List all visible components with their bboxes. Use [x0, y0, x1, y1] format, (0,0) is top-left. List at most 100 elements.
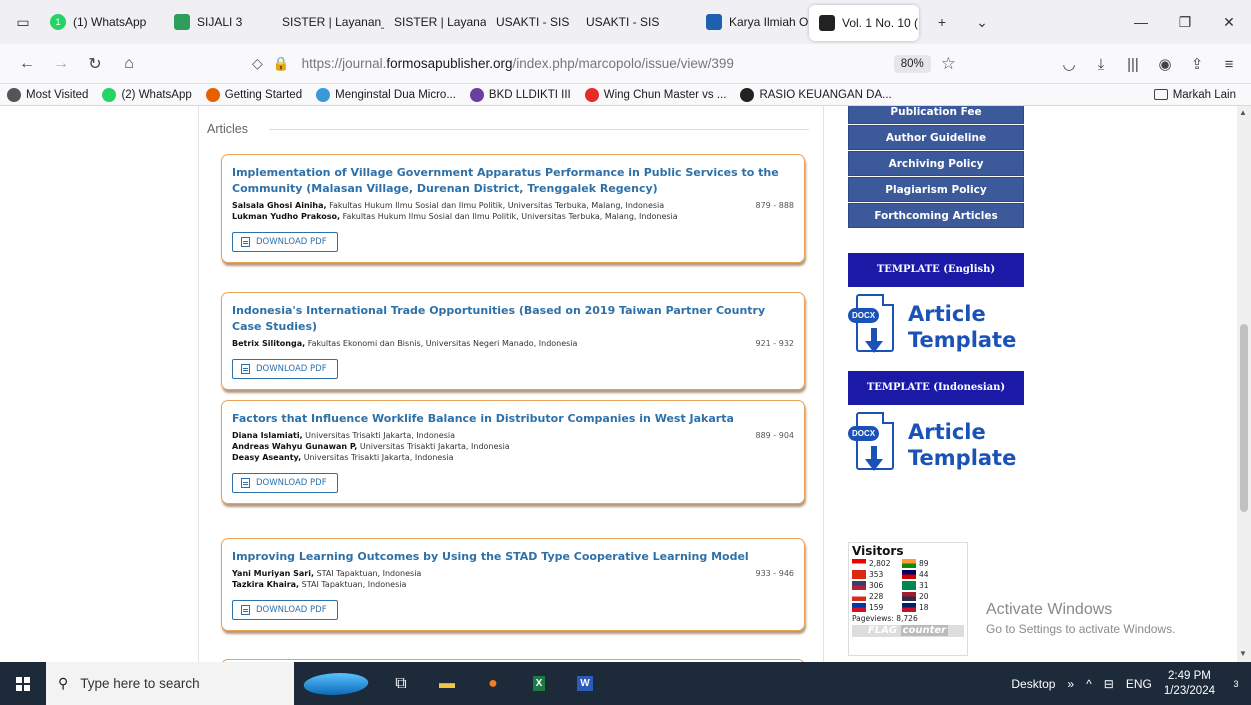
tray-overflow-icon[interactable]: »	[1061, 677, 1080, 691]
sidebar-link-4[interactable]: Plagiarism Policy	[848, 177, 1024, 202]
download-pdf-button[interactable]: DOWNLOAD PDF	[232, 232, 338, 252]
clock[interactable]: 2:49 PM 1/23/2024	[1158, 669, 1221, 699]
search-highlight-icon[interactable]	[299, 672, 373, 695]
word-icon[interactable]: W	[562, 662, 608, 705]
flag-counter-widget[interactable]: Visitors 2,802 353 306 228 159 89 44 31 20 18 Pa…	[848, 542, 968, 656]
visitors-grid: 2,802 353 306 228 159 89 44 31 20 18	[852, 558, 964, 613]
tab-7[interactable]: Karya Ilmiah Onli	[696, 4, 809, 40]
reload-button[interactable]: ↻	[80, 49, 110, 79]
library-icon[interactable]: |||	[1117, 48, 1149, 80]
visitor-count: 44	[919, 570, 929, 579]
lock-icon[interactable]: 🔒	[273, 56, 290, 72]
sidebar-link-2[interactable]: Author Guideline	[848, 125, 1024, 150]
author-name: Tazkira Khaira,	[232, 580, 300, 589]
page-scrollbar[interactable]: ▲ ▼	[1237, 106, 1251, 662]
bkd-icon	[469, 87, 484, 102]
download-label: DOWNLOAD PDF	[256, 478, 327, 488]
bookmark-label: BKD LLDIKTI III	[488, 88, 571, 101]
tab-8[interactable]: Vol. 1 No. 10 (✕	[809, 5, 919, 41]
scroll-down-icon[interactable]: ▼	[1239, 649, 1247, 658]
visitor-row: 306	[852, 580, 902, 591]
tab-5[interactable]: USAKTI - SIS	[486, 4, 576, 40]
template-english-button[interactable]: TEMPLATE (English)	[848, 253, 1024, 287]
pocket-icon[interactable]: ◡	[1053, 48, 1085, 80]
bookmark-6[interactable]: Wing Chun Master vs ...	[578, 87, 734, 102]
visitor-row: 159	[852, 602, 902, 613]
bookmark-label: Most Visited	[26, 88, 89, 101]
author-affiliation: STAI Tapaktuan, Indonesia	[301, 580, 407, 589]
notification-icon[interactable]: 3	[1221, 669, 1251, 699]
tab-overflow-chevron-icon[interactable]: ⌄	[965, 5, 999, 39]
article-template-english[interactable]: DOCX Article Template	[848, 287, 1024, 367]
url-path: /index.php/marcopolo/issue/view/399	[512, 56, 734, 71]
scroll-up-icon[interactable]: ▲	[1239, 108, 1247, 117]
bookmark-7[interactable]: RASIO KEUANGAN DA...	[733, 87, 898, 102]
bookmark-1[interactable]: Most Visited	[0, 87, 95, 102]
bookmark-4[interactable]: Menginstal Dua Micro...	[309, 87, 463, 102]
new-tab-button[interactable]: +	[925, 5, 959, 39]
template-line1: Article	[908, 420, 986, 444]
tab-2[interactable]: SIJALI 3	[164, 4, 272, 40]
tab-list-icon[interactable]: ▭	[6, 5, 40, 39]
home-button[interactable]: ⌂	[114, 49, 144, 79]
task-view-icon[interactable]: ⧉	[378, 662, 424, 705]
taskbar-search[interactable]: ⚲ Type here to search	[46, 662, 294, 705]
youtube-icon	[584, 87, 599, 102]
downloads-icon[interactable]: ⤓	[1085, 48, 1117, 80]
tab-label: (1) WhatsApp	[73, 15, 147, 29]
bookmark-2[interactable]: (2) WhatsApp	[95, 87, 198, 102]
sidebar-link-5[interactable]: Forthcoming Articles	[848, 203, 1024, 228]
article-pages: 921 - 932	[755, 339, 794, 348]
back-button[interactable]: ←	[12, 49, 42, 79]
article-title-link[interactable]: Indonesia's International Trade Opportun…	[232, 303, 794, 335]
restore-button[interactable]: ❐	[1163, 0, 1207, 44]
menu-icon[interactable]: ≡	[1213, 48, 1245, 80]
article-title-link[interactable]: Improving Learning Outcomes by Using the…	[232, 549, 794, 565]
tab-3[interactable]: SISTER | Layanan_bkd	[272, 4, 384, 40]
toolbar-right: ◡ ⤓ ||| ◉ ⇪ ≡	[1053, 44, 1251, 84]
article-title-link[interactable]: Implementation of Village Government App…	[232, 165, 794, 197]
excel-icon[interactable]: X	[516, 662, 562, 705]
zoom-level-badge[interactable]: 80%	[893, 54, 931, 73]
author-row: Tazkira Khaira, STAI Tapaktuan, Indonesi…	[232, 579, 794, 590]
network-icon[interactable]: ⊟	[1098, 677, 1120, 691]
bookmark-5[interactable]: BKD LLDIKTI III	[463, 87, 578, 102]
bookmark-3[interactable]: Getting Started	[199, 87, 309, 102]
desktop-toolbar[interactable]: Desktop	[1005, 677, 1061, 691]
template-indonesian-button[interactable]: TEMPLATE (Indonesian)	[848, 371, 1024, 405]
sidebar-link-1[interactable]: Publication Fee	[848, 106, 1024, 124]
tab-label: SIJALI 3	[197, 15, 243, 29]
pdf-file-icon	[241, 364, 250, 374]
url-domain: formosapublisher.org	[386, 56, 513, 71]
url-prefix: https://journal.	[301, 56, 387, 71]
download-pdf-button[interactable]: DOWNLOAD PDF	[232, 473, 338, 493]
visitor-count: 2,802	[869, 559, 891, 568]
forward-button[interactable]: →	[46, 49, 76, 79]
account-icon[interactable]: ◉	[1149, 48, 1181, 80]
language-indicator[interactable]: ENG	[1120, 677, 1158, 691]
article-title-link[interactable]: Factors that Influence Worklife Balance …	[232, 411, 794, 427]
start-button[interactable]	[0, 662, 46, 705]
close-window-button[interactable]: ✕	[1207, 0, 1251, 44]
show-hidden-icons-icon[interactable]: ^	[1080, 677, 1098, 691]
file-explorer-icon[interactable]: ▬	[424, 662, 470, 705]
page-content: Articles Implementation of Village Gover…	[0, 106, 1251, 662]
tracking-shield-icon[interactable]: ◇	[252, 55, 263, 72]
article-template-indonesian[interactable]: DOCX Article Template	[848, 405, 1024, 485]
url-bar[interactable]: ◇ 🔒 https://journal. formosapublisher.org…	[244, 48, 964, 80]
visitor-count: 18	[919, 603, 929, 612]
firefox-icon[interactable]: ●	[470, 662, 516, 705]
share-icon[interactable]: ⇪	[1181, 48, 1213, 80]
tab-4[interactable]: SISTER | Layanan_bkd	[384, 4, 486, 40]
scrollbar-thumb[interactable]	[1240, 324, 1248, 512]
author-affiliation: Fakultas Hukum Ilmu Sosial dan Ilmu Poli…	[329, 201, 665, 210]
other-bookmarks-folder[interactable]: Markah Lain	[1147, 89, 1243, 101]
tab-1[interactable]: 1 (1) WhatsApp	[40, 4, 164, 40]
download-pdf-button[interactable]: DOWNLOAD PDF	[232, 600, 338, 620]
bookmark-star-icon[interactable]: ☆	[941, 54, 956, 74]
download-pdf-button[interactable]: DOWNLOAD PDF	[232, 359, 338, 379]
sidebar-link-3[interactable]: Archiving Policy	[848, 151, 1024, 176]
minimize-button[interactable]: —	[1119, 0, 1163, 44]
template-text: Article Template	[908, 301, 1016, 353]
tab-6[interactable]: USAKTI - SIS	[576, 4, 696, 40]
